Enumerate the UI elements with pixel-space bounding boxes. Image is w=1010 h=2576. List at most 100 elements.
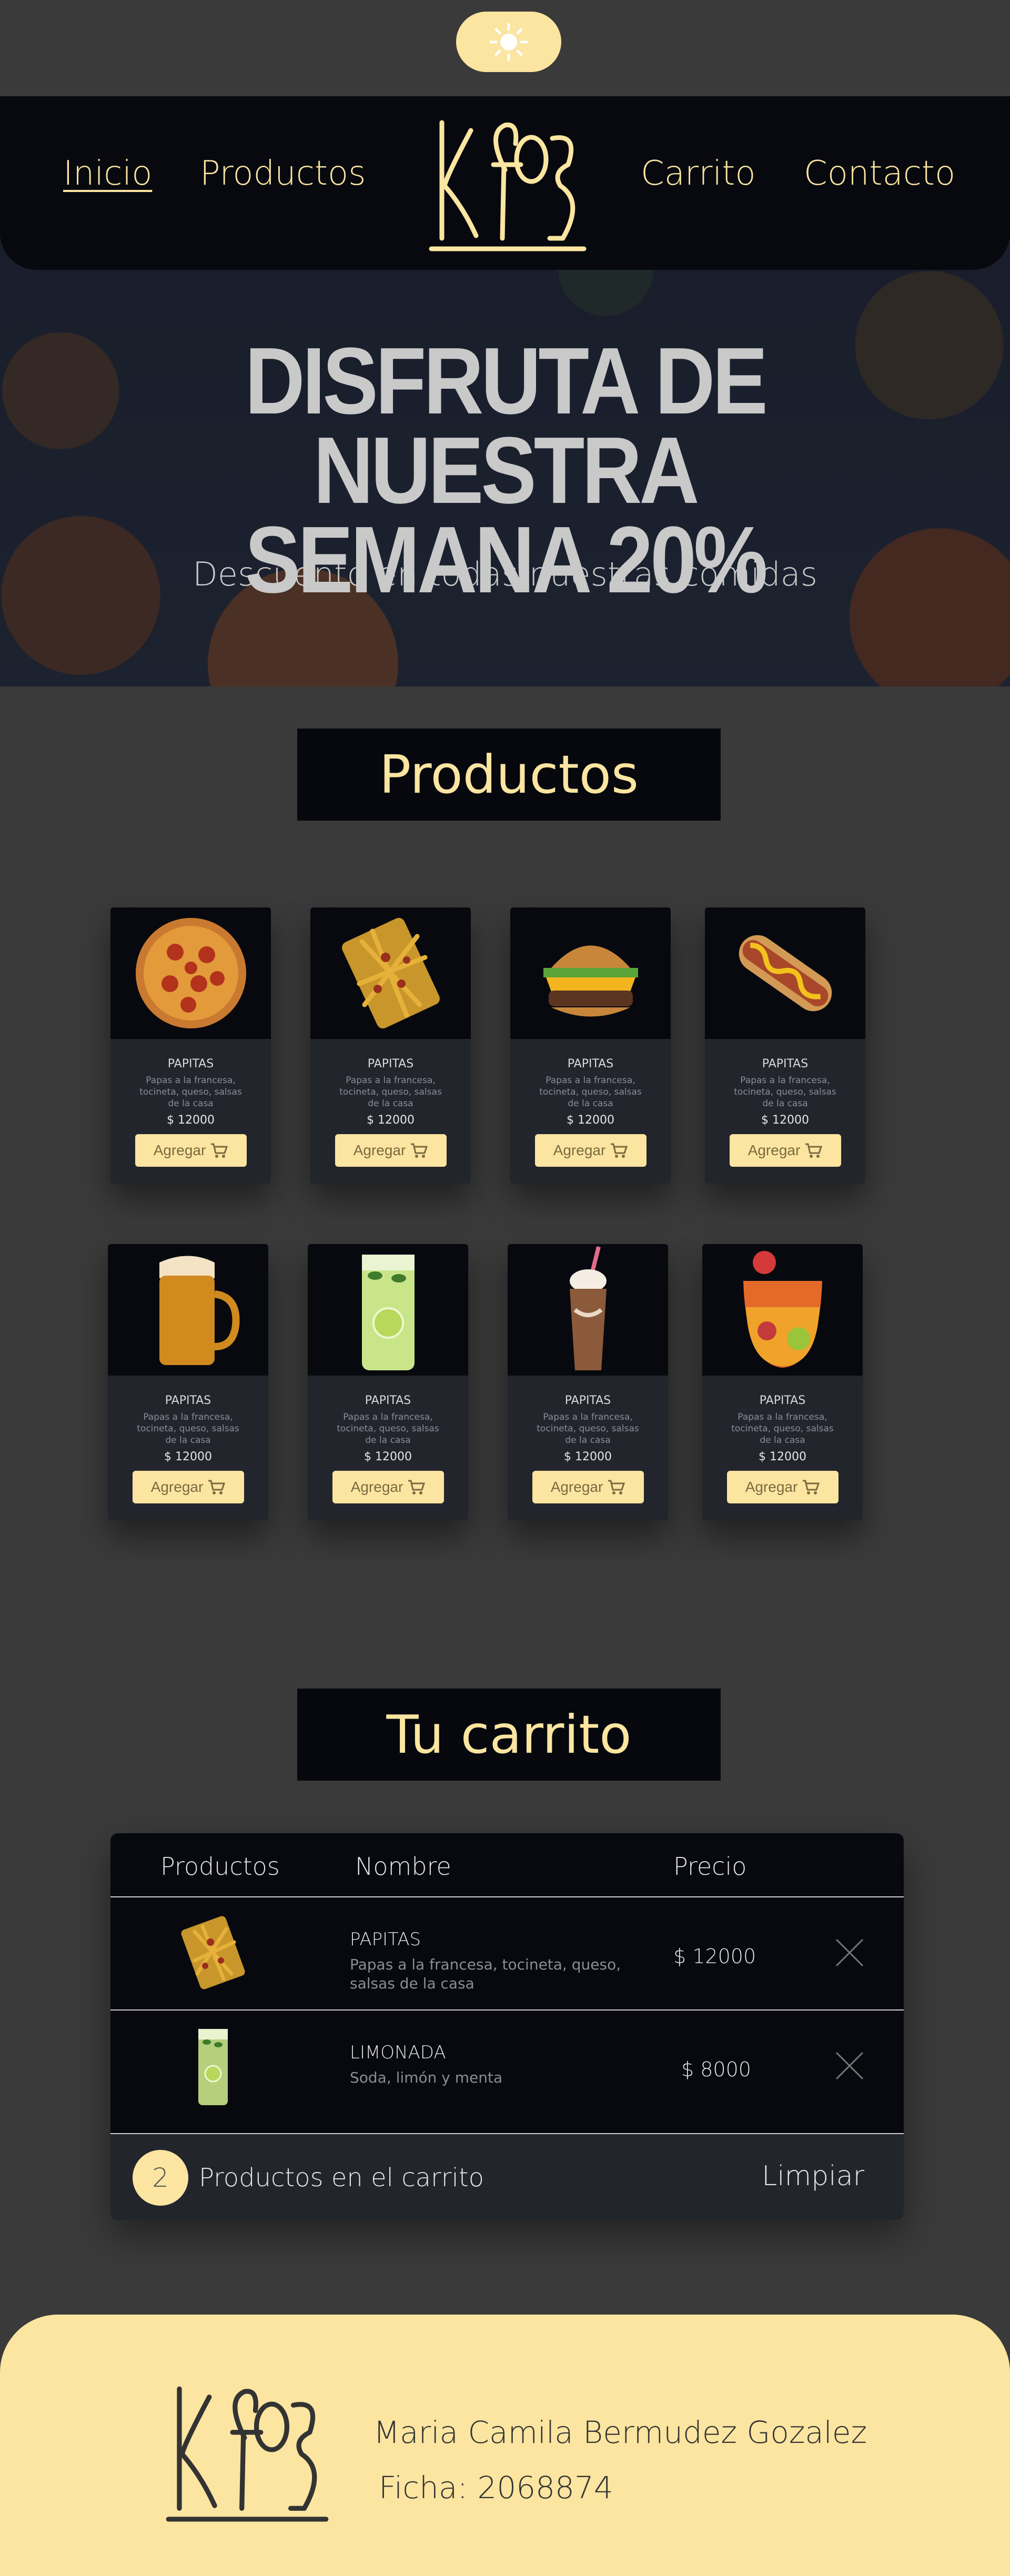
add-to-cart-button[interactable]: Agregar	[132, 1471, 244, 1503]
product-price: $ 12000	[167, 1114, 215, 1127]
add-button-label: Agregar	[745, 1479, 798, 1495]
add-button-label: Agregar	[550, 1479, 603, 1495]
product-price: $ 12000	[164, 1450, 212, 1463]
add-button-label: Agregar	[748, 1142, 801, 1158]
cart-item-description: Papas a la francesa, tocineta, queso, sa…	[350, 1956, 621, 1992]
product-card: PAPITAS Papas a la francesa, tocineta, qu…	[308, 1244, 468, 1520]
remove-item-icon[interactable]	[831, 1934, 868, 1971]
cart-icon	[611, 1143, 628, 1158]
add-to-cart-button[interactable]: Agregar	[534, 1134, 647, 1167]
product-name: PAPITAS	[367, 1057, 414, 1070]
clear-cart-button[interactable]: Limpiar	[762, 2160, 864, 2192]
product-name: PAPITAS	[365, 1394, 411, 1407]
product-description: Papas a la francesa, tocineta, queso, sa…	[337, 1412, 439, 1446]
add-to-cart-button[interactable]: Agregar	[726, 1471, 839, 1503]
cart-icon	[408, 1480, 426, 1494]
product-description: Papas a la francesa, tocineta, queso, sa…	[139, 1075, 242, 1109]
lemonade-image	[308, 1244, 468, 1376]
cart-item-price: $ 8000	[681, 2058, 751, 2081]
add-to-cart-button[interactable]: Agregar	[729, 1134, 841, 1167]
product-name: PAPITAS	[762, 1057, 809, 1070]
site-header: Inicio Productos Carrito Contacto	[0, 96, 1010, 270]
product-card: PAPITAS Papas a la francesa, tocineta, qu…	[310, 907, 471, 1184]
product-price: $ 12000	[564, 1450, 612, 1463]
product-price: $ 12000	[759, 1450, 806, 1463]
add-to-cart-button[interactable]: Agregar	[335, 1134, 447, 1167]
remove-item-icon[interactable]	[831, 2047, 868, 2084]
beer-image	[108, 1244, 268, 1376]
products-section-title: Productos	[297, 729, 721, 821]
product-price: $ 12000	[367, 1114, 415, 1127]
nav-link-contacto[interactable]: Contacto	[804, 154, 955, 193]
add-button-label: Agregar	[553, 1142, 606, 1158]
product-name: PAPITAS	[567, 1057, 614, 1070]
kfood-logo[interactable]	[426, 107, 589, 261]
product-card: PAPITAS Papas a la francesa, tocineta, qu…	[510, 907, 671, 1184]
cart-header-row: Productos Nombre Precio	[110, 1833, 904, 1896]
cart-col-productos: Productos	[160, 1852, 280, 1881]
nav-link-inicio[interactable]: Inicio	[63, 154, 152, 193]
hero-banner: DISFRUTA DE NUESTRA SEMANA 20% Descuento…	[0, 231, 1010, 686]
footer-author-name: Maria Camila Bermudez Gozalez	[373, 2415, 867, 2450]
cart-row: LIMONADA Soda, limón y menta $ 8000	[110, 2009, 904, 2123]
add-to-cart-button[interactable]: Agregar	[332, 1471, 444, 1503]
cart-icon	[411, 1143, 428, 1158]
cart-col-nombre: Nombre	[355, 1852, 451, 1881]
cart-item-price: $ 12000	[673, 1945, 756, 1968]
fries-thumbnail	[163, 1903, 263, 2003]
add-button-label: Agregar	[350, 1479, 403, 1495]
hotdog-image	[705, 907, 865, 1039]
product-price: $ 12000	[761, 1114, 809, 1127]
product-card: PAPITAS Papas a la francesa, tocineta, qu…	[108, 1244, 268, 1520]
product-description: Papas a la francesa, tocineta, queso, sa…	[339, 1075, 442, 1109]
cart-icon	[608, 1480, 625, 1494]
product-description: Papas a la francesa, tocineta, queso, sa…	[537, 1412, 639, 1446]
add-button-label: Agregar	[353, 1142, 406, 1158]
cart-section-title: Tu carrito	[297, 1689, 721, 1781]
cart-count-badge: 2	[133, 2150, 188, 2206]
lemonade-thumbnail	[163, 2016, 263, 2116]
product-description: Papas a la francesa, tocineta, queso, sa…	[539, 1075, 642, 1109]
product-name: PAPITAS	[759, 1394, 806, 1407]
theme-toggle-button[interactable]	[456, 12, 561, 72]
product-description: Papas a la francesa, tocineta, queso, sa…	[734, 1075, 836, 1109]
product-name: PAPITAS	[564, 1394, 611, 1407]
product-description: Papas a la francesa, tocineta, queso, sa…	[137, 1412, 239, 1446]
nav-link-carrito[interactable]: Carrito	[641, 154, 756, 193]
add-to-cart-button[interactable]: Agregar	[532, 1471, 644, 1503]
burger-image	[510, 907, 671, 1039]
product-price: $ 12000	[364, 1450, 412, 1463]
fries-image	[310, 907, 471, 1039]
cart-col-precio: Precio	[673, 1852, 747, 1881]
cart-table: Productos Nombre Precio PAPITAS Papas a …	[110, 1833, 904, 2220]
cart-footer: 2 Productos en el carrito Limpiar	[110, 2133, 904, 2220]
pizza-image	[110, 907, 271, 1039]
site-footer: Maria Camila Bermudez Gozalez Ficha: 206…	[0, 2315, 1010, 2576]
add-button-label: Agregar	[153, 1142, 206, 1158]
product-card: PAPITAS Papas a la francesa, tocineta, qu…	[702, 1244, 863, 1520]
cart-icon	[805, 1143, 823, 1158]
cart-item-description: Soda, limón y menta	[350, 2069, 503, 2086]
add-button-label: Agregar	[150, 1479, 204, 1495]
product-card: PAPITAS Papas a la francesa, tocineta, qu…	[110, 907, 271, 1184]
sun-icon	[489, 23, 528, 61]
cart-item-name: LIMONADA	[350, 2042, 446, 2063]
product-name: PAPITAS	[165, 1394, 211, 1407]
hero-subtitle: Descuento en todas nuestras comidas	[193, 555, 817, 593]
cart-row: PAPITAS Papas a la francesa, tocineta, q…	[110, 1896, 904, 2009]
product-card: PAPITAS Papas a la francesa, tocineta, qu…	[508, 1244, 668, 1520]
cart-icon	[208, 1480, 226, 1494]
product-card: PAPITAS Papas a la francesa, tocineta, qu…	[705, 907, 865, 1184]
product-price: $ 12000	[567, 1114, 614, 1127]
cart-count-label: Productos en el carrito	[199, 2163, 484, 2193]
add-to-cart-button[interactable]: Agregar	[135, 1134, 247, 1167]
nav-link-productos[interactable]: Productos	[200, 154, 366, 193]
footer-kfood-logo	[163, 2372, 331, 2532]
milkshake-image	[508, 1244, 668, 1376]
product-description: Papas a la francesa, tocineta, queso, sa…	[731, 1412, 834, 1446]
cart-icon	[211, 1143, 228, 1158]
cart-icon	[803, 1480, 820, 1494]
hero-title-line1: DISFRUTA DE NUESTRA	[245, 328, 767, 523]
cart-item-name: PAPITAS	[350, 1929, 421, 1950]
product-name: PAPITAS	[167, 1057, 214, 1070]
